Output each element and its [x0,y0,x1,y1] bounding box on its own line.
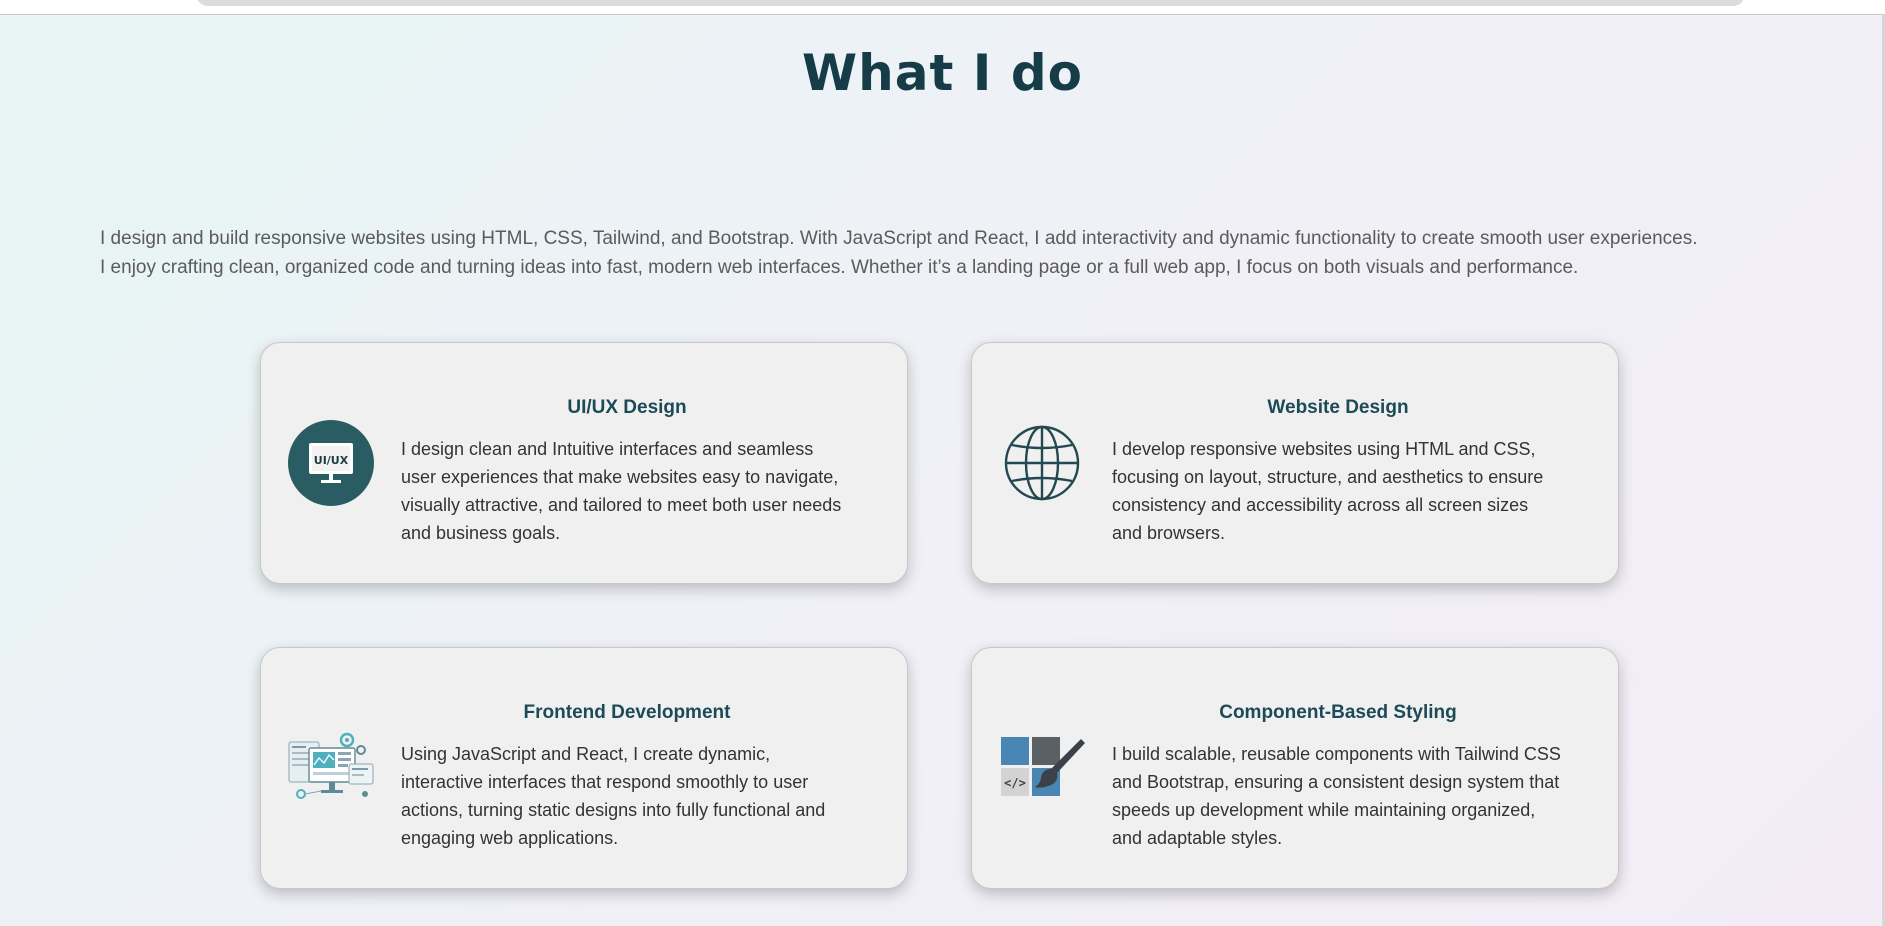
service-card-component-styling: </> Component-Based Styling I build scal… [971,647,1619,889]
card-title: Component-Based Styling [1219,702,1457,723]
code-brush-icon: </> [998,724,1086,812]
card-description: I design clean and Intuitive interfaces … [401,439,842,543]
code-icon-label: </> [1004,776,1026,790]
card-description: I develop responsive websites using HTML… [1112,439,1544,543]
service-card-ui-ux: UI/UX UI/UX Design I design clean and In… [260,342,908,584]
card-title: Website Design [1267,397,1409,418]
service-card-frontend-development: Frontend Development Using JavaScript an… [260,647,908,889]
card-description: I build scalable, reusable components wi… [1112,744,1561,848]
ui-ux-monitor-icon: UI/UX [287,419,375,507]
card-title: UI/UX Design [567,397,687,418]
globe-icon [998,419,1086,507]
card-description: Using JavaScript and React, I create dyn… [401,744,826,848]
frontend-dashboard-icon [287,724,375,812]
top-nav-pill [196,0,1745,6]
intro-paragraph: I design and build responsive websites u… [100,224,1840,282]
card-title: Frontend Development [523,702,731,723]
intro-line: I enjoy crafting clean, organized code a… [100,257,1579,278]
service-card-website-design: Website Design I develop responsive webs… [971,342,1619,584]
ui-ux-icon-label: UI/UX [314,454,349,467]
section-title: What I do [802,44,1083,102]
top-bar [0,0,1885,15]
intro-line: I design and build responsive websites u… [100,228,1698,249]
